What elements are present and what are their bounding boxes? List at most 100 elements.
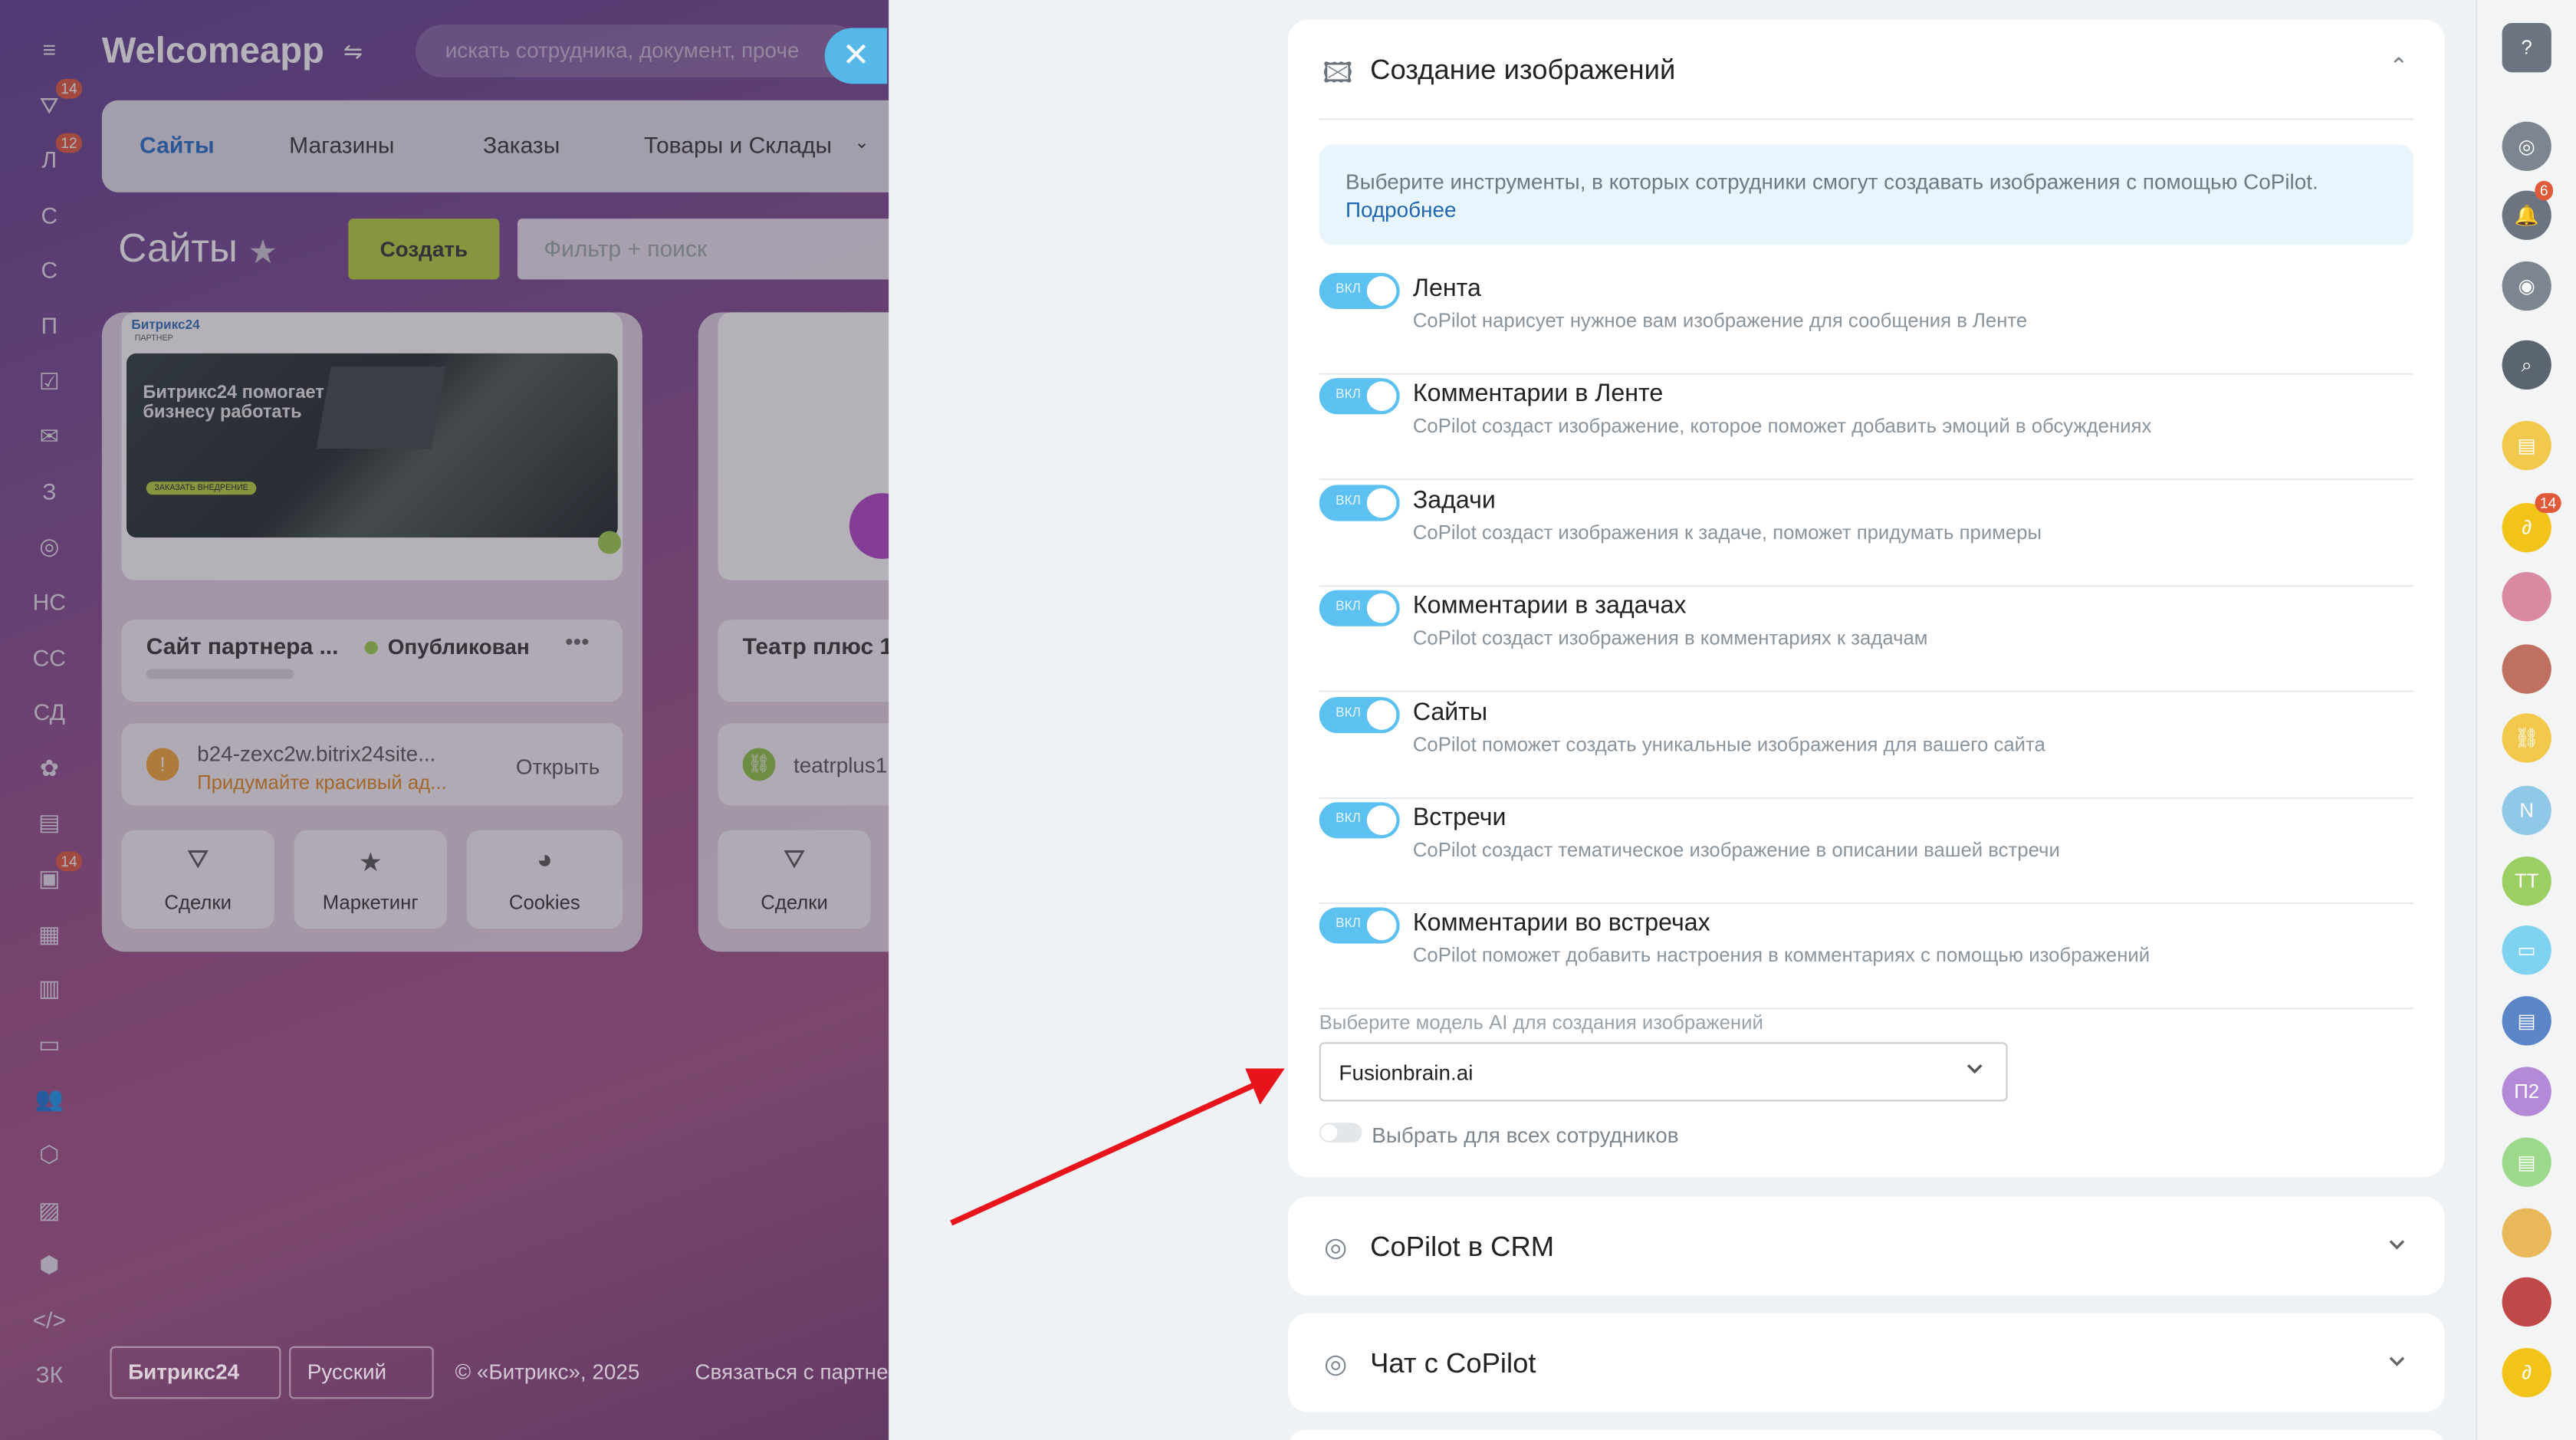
- link-icon[interactable]: ⛓: [2502, 713, 2551, 763]
- model-label: Выберите модель AI для создания изображе…: [1319, 1011, 1763, 1034]
- tool-description: CoPilot создаст изображения к задаче, по…: [1412, 521, 2042, 544]
- tool-title: Комментарии в задачах: [1412, 592, 1687, 620]
- toggle-label: ВКЛ: [1336, 386, 1361, 402]
- avatar-3[interactable]: [2502, 1208, 2551, 1258]
- next-accordion[interactable]: [1288, 1430, 2445, 1440]
- avatar-4[interactable]: [2502, 1277, 2551, 1327]
- info-text: Выберите инструменты, в которых сотрудни…: [1346, 169, 2318, 194]
- contact-partner-link[interactable]: Связаться с партне: [695, 1359, 888, 1384]
- accordion-title: Чат с CoPilot: [1370, 1347, 1536, 1379]
- settings-panel: 🖾 Создание изображений ⌃ Выберите инстру…: [889, 0, 2476, 1440]
- rail-item-label: ◉: [2518, 275, 2535, 298]
- tool-toggle[interactable]: ВКЛ: [1319, 484, 1400, 521]
- tool-description: CoPilot поможет добавить настроения в ко…: [1412, 944, 2150, 968]
- chat-icon[interactable]: ◉: [2502, 261, 2551, 311]
- tool-title: Задачи: [1412, 486, 1496, 515]
- rail-item-label: ?: [2521, 36, 2532, 60]
- notes-icon[interactable]: ▤: [2502, 420, 2551, 471]
- tool-row: ВКЛ Сайты CoPilot поможет создать уникальн…: [1319, 693, 2413, 799]
- tool-row: ВКЛ Лента CoPilot нарисует нужное вам изоб…: [1319, 270, 2413, 375]
- language-select[interactable]: Русский: [289, 1346, 434, 1399]
- note-green-icon[interactable]: ▤: [2502, 1137, 2551, 1187]
- chevron-down-icon: [2389, 1240, 2405, 1250]
- all-employees-label: Выбрать для всех сотрудников: [1372, 1123, 1679, 1148]
- model-value: Fusionbrain.ai: [1339, 1060, 1474, 1085]
- rail-item-label: ⛓: [2514, 726, 2540, 750]
- copilot-chat-accordion[interactable]: ◎ Чат с CoPilot: [1288, 1313, 2445, 1412]
- app-icon-2[interactable]: ∂: [2502, 1347, 2551, 1398]
- image-generation-section: 🖾 Создание изображений ⌃ Выберите инстру…: [1288, 19, 2445, 1177]
- info-box: Выберите инструменты, в которых сотрудни…: [1319, 144, 2413, 245]
- rail-item-label: TT: [2514, 870, 2539, 893]
- help-icon[interactable]: ?: [2502, 23, 2551, 73]
- rail-item-label: ▤: [2517, 1150, 2536, 1174]
- tool-toggle[interactable]: ВКЛ: [1319, 802, 1400, 839]
- tool-title: Лента: [1412, 275, 1481, 303]
- copilot-icon: ◎: [1324, 1351, 1348, 1379]
- tool-title: Комментарии в Ленте: [1412, 380, 1664, 409]
- overlay-dim: [0, 0, 889, 1440]
- rail-item-label: ⌕: [2521, 353, 2532, 376]
- rail-badge: 6: [2535, 180, 2554, 201]
- rail-item-label: ▭: [2517, 939, 2536, 962]
- rail-item-label: П2: [2514, 1080, 2540, 1103]
- all-employees-toggle[interactable]: [1319, 1123, 1362, 1142]
- toggle-label: ВКЛ: [1336, 704, 1361, 720]
- more-link[interactable]: Подробнее: [1346, 197, 1456, 222]
- close-icon: ✕: [842, 38, 870, 74]
- tool-title: Комментарии во встречах: [1412, 909, 1710, 938]
- tool-toggle[interactable]: ВКЛ: [1319, 378, 1400, 416]
- toggle-label: ВКЛ: [1336, 810, 1361, 826]
- tool-toggle[interactable]: ВКЛ: [1319, 590, 1400, 627]
- tool-toggle[interactable]: ВКЛ: [1319, 908, 1400, 945]
- tool-row: ВКЛ Комментарии во встречах CoPilot поможе…: [1319, 905, 2413, 1011]
- doc-icon[interactable]: ▤: [2502, 996, 2551, 1046]
- chat-green-icon[interactable]: ▭: [2502, 925, 2551, 975]
- chevron-down-icon: [2389, 1356, 2405, 1366]
- tool-title: Сайты: [1412, 698, 1488, 726]
- divider: [1319, 118, 2413, 120]
- close-slider-button[interactable]: ✕: [824, 28, 888, 84]
- tool-description: CoPilot создаст тематическое изображение…: [1412, 838, 2060, 862]
- footer-logo: Битрикс24: [110, 1346, 281, 1399]
- avatar-p2[interactable]: П2: [2502, 1067, 2551, 1116]
- copilot-icon: ◎: [1324, 1235, 1348, 1263]
- tool-row: ВКЛ Задачи CoPilot создаст изображения к з…: [1319, 482, 2413, 587]
- copilot-crm-accordion[interactable]: ◎ CoPilot в CRM: [1288, 1196, 2445, 1296]
- tool-description: CoPilot поможет создать уникальные изобр…: [1412, 732, 2045, 756]
- chevron-up-icon[interactable]: ⌃: [2389, 53, 2408, 81]
- avatar-1[interactable]: [2502, 572, 2551, 622]
- rail-item-label: 🔔: [2514, 203, 2539, 227]
- bell-icon[interactable]: 🔔 6: [2502, 180, 2554, 241]
- avatar-n[interactable]: N: [2502, 785, 2551, 836]
- avatar-2[interactable]: [2502, 644, 2551, 694]
- tool-toggle[interactable]: ВКЛ: [1319, 696, 1400, 733]
- rail-item-label: ∂: [2522, 516, 2532, 540]
- search-icon[interactable]: ⌕: [2502, 340, 2551, 390]
- toggle-label: ВКЛ: [1336, 281, 1361, 296]
- tool-toggle[interactable]: ВКЛ: [1319, 272, 1400, 310]
- tool-row: ВКЛ Встречи CoPilot создаст тематическое и…: [1319, 799, 2413, 905]
- model-select[interactable]: Fusionbrain.ai: [1319, 1042, 2008, 1102]
- section-title: Создание изображений: [1370, 54, 1676, 86]
- rail-item-label: ◎: [2518, 134, 2535, 158]
- background-app: ≡ ⛛ 14 Л 12 С С П ☑ ✉ З ◎ НС СС СД ✿ ▤ ▣ 14 ▦ ▥ ▭ 👥 ⬡ ▨ ⬢ </> ЗК We…: [0, 0, 889, 1440]
- copyright: © «Битрикс», 2025: [455, 1359, 640, 1385]
- rail-badge: 14: [2535, 493, 2561, 513]
- tool-description: CoPilot создаст изображения в комментари…: [1412, 626, 1928, 650]
- image-add-icon: 🖾: [1322, 58, 1353, 89]
- copilot-icon[interactable]: ◎: [2502, 121, 2551, 171]
- tool-description: CoPilot создаст изображение, которое пом…: [1412, 415, 2152, 439]
- rail-item-label: ▤: [2517, 1009, 2536, 1033]
- toggle-label: ВКЛ: [1336, 598, 1361, 614]
- tool-description: CoPilot нарисует нужное вам изображение …: [1412, 309, 2028, 333]
- toggle-label: ВКЛ: [1336, 916, 1361, 932]
- rail-item-label: ∂: [2522, 1361, 2532, 1385]
- rail-item-label: ▤: [2517, 433, 2536, 457]
- accordion-title: CoPilot в CRM: [1370, 1231, 1555, 1263]
- avatar-tt[interactable]: TT: [2502, 856, 2551, 906]
- tool-row: ВКЛ Комментарии в Ленте CoPilot создаст из…: [1319, 376, 2413, 481]
- app-icon[interactable]: ∂ 14: [2502, 493, 2561, 553]
- toggle-label: ВКЛ: [1336, 492, 1361, 508]
- right-rail: ? ◎ 🔔 6 ◉ ⌕ ▤ ∂ 14 ⛓ N TT ▭ ▤ П2 ▤ ∂: [2476, 0, 2576, 1440]
